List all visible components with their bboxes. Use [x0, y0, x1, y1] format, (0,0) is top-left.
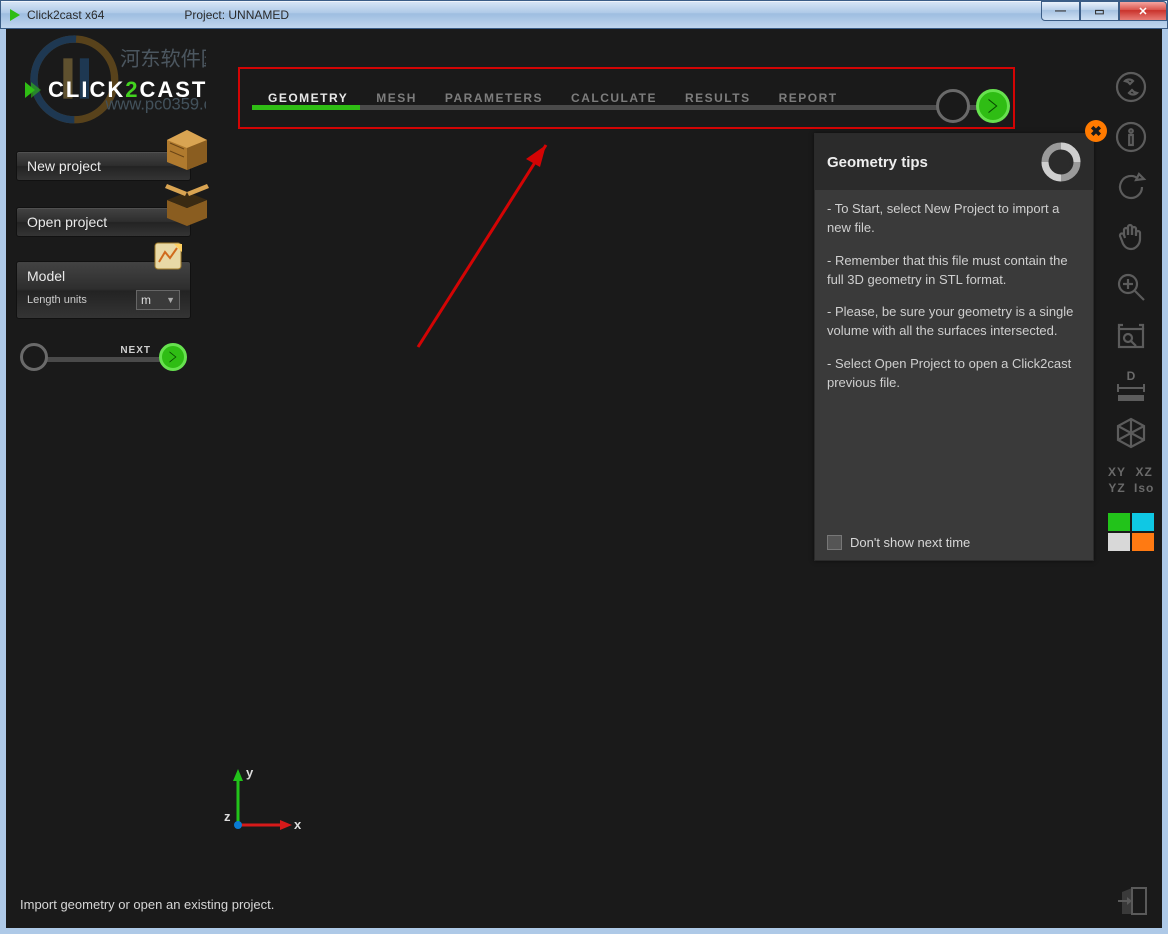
workflow-step-circle [936, 89, 970, 123]
status-message: Import geometry or open an existing proj… [20, 897, 274, 912]
left-panel: New project Open project [16, 133, 191, 377]
window-title: Click2cast x64 [27, 8, 104, 22]
right-toolbar: D XY XZ YZ Iso [1106, 69, 1156, 551]
view-xz[interactable]: XZ [1134, 465, 1154, 479]
maximize-button[interactable]: ▭ [1080, 1, 1119, 21]
tool-distance-icon[interactable]: D [1116, 369, 1146, 401]
dont-show-checkbox[interactable] [827, 535, 842, 550]
svg-text:x: x [294, 817, 302, 832]
view-xy[interactable]: XY [1108, 465, 1126, 479]
new-project-button[interactable]: New project [16, 151, 191, 181]
logo-text-2: 2 [125, 77, 139, 103]
tips-line-2: - Remember that this file must contain t… [827, 252, 1081, 290]
tips-line-3: - Please, be sure your geometry is a sin… [827, 303, 1081, 341]
tool-zoom-icon[interactable] [1113, 269, 1149, 305]
tab-geometry[interactable]: GEOMETRY [254, 69, 362, 127]
swatch-grey[interactable] [1108, 533, 1130, 551]
close-button[interactable]: ✕ [1119, 1, 1167, 21]
lifering-icon [1041, 142, 1081, 182]
svg-text:y: y [246, 765, 254, 780]
tips-close-button[interactable]: ✖ [1085, 120, 1107, 142]
logo-chevron-icon [22, 80, 42, 100]
open-project-button[interactable]: Open project [16, 207, 191, 237]
tips-body: - To Start, select New Project to import… [815, 190, 1093, 417]
svg-text:河东软件园: 河东软件园 [120, 48, 206, 71]
tab-calculate[interactable]: CALCULATE [557, 69, 671, 127]
project-name: Project: UNNAMED [184, 8, 289, 22]
swatch-cyan[interactable] [1132, 513, 1154, 531]
tool-pan-icon[interactable] [1113, 219, 1149, 255]
chevron-right-icon [984, 97, 1002, 115]
chevron-right-icon [166, 350, 180, 364]
swatch-green[interactable] [1108, 513, 1130, 531]
window-titlebar: Click2cast x64 Project: UNNAMED — ▭ ✕ [0, 0, 1168, 29]
workflow-progress-fill [252, 105, 360, 110]
workflow-bar: GEOMETRY MESH PARAMETERS CALCULATE RESUL… [238, 67, 1015, 129]
axis-gizmo: y x z [218, 757, 308, 847]
tips-panel: ✖ Geometry tips - To Start, select New P… [814, 133, 1094, 561]
crate-closed-icon [162, 122, 212, 172]
tool-fit-icon[interactable] [1113, 319, 1149, 355]
sidebar-progress-line [26, 357, 181, 362]
model-panel: Model Length units m ▼ [16, 261, 191, 319]
svg-text:z: z [224, 809, 231, 824]
minimize-button[interactable]: — [1041, 1, 1080, 21]
open-project-label: Open project [27, 214, 107, 230]
chevron-down-icon: ▼ [166, 295, 175, 305]
window-controls: — ▭ ✕ [1041, 1, 1167, 21]
tab-results[interactable]: RESULTS [671, 69, 765, 127]
length-units-select[interactable]: m ▼ [136, 290, 180, 310]
exit-icon[interactable] [1114, 882, 1152, 920]
sidebar-step-circle [20, 343, 48, 371]
view-orientation-grid: XY XZ YZ Iso [1108, 465, 1154, 495]
crate-open-icon [162, 178, 212, 228]
tips-line-4: - Select Open Project to open a Click2ca… [827, 355, 1081, 393]
new-project-label: New project [27, 158, 101, 174]
app-logo: CLICK2CAST [22, 77, 207, 103]
tool-info-icon[interactable] [1113, 119, 1149, 155]
d-label: D [1127, 369, 1136, 383]
status-bar: Import geometry or open an existing proj… [6, 880, 1162, 928]
swatch-orange[interactable] [1132, 533, 1154, 551]
app-icon [7, 7, 23, 23]
workflow-progress-track [252, 105, 988, 110]
model-icon [152, 240, 184, 272]
tool-wrench-icon[interactable] [1113, 69, 1149, 105]
tool-rotate-icon[interactable] [1113, 169, 1149, 205]
tips-title: Geometry tips [827, 154, 928, 171]
logo-text-1: CLICK [48, 77, 125, 103]
dont-show-label: Don't show next time [850, 535, 970, 550]
tool-wireframe-icon[interactable] [1113, 415, 1149, 451]
view-iso[interactable]: Iso [1134, 481, 1154, 495]
annotation-arrow [406, 129, 606, 359]
tab-mesh[interactable]: MESH [362, 69, 431, 127]
length-units-value: m [141, 293, 151, 307]
tab-parameters[interactable]: PARAMETERS [431, 69, 557, 127]
length-units-label: Length units [27, 294, 136, 306]
sidebar-next-label: NEXT [120, 345, 151, 356]
color-swatches [1108, 513, 1154, 551]
sidebar-progress: NEXT [16, 341, 191, 377]
workflow-next-button[interactable] [976, 89, 1010, 123]
view-yz[interactable]: YZ [1108, 481, 1126, 495]
tips-line-1: - To Start, select New Project to import… [827, 200, 1081, 238]
tab-report[interactable]: REPORT [765, 69, 852, 127]
sidebar-next-button[interactable] [159, 343, 187, 371]
logo-text-3: CAST [139, 77, 207, 103]
